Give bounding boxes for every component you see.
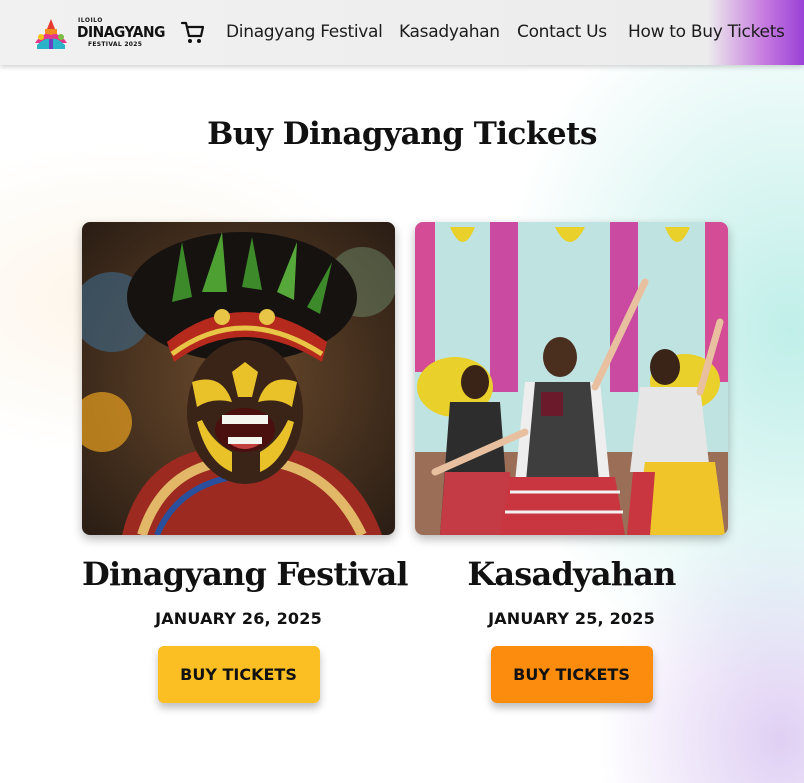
nav-link-dinagyang-festival[interactable]: Dinagyang Festival [226, 22, 383, 42]
nav-link-kasadyahan[interactable]: Kasadyahan [399, 22, 500, 42]
festival-mark-icon [35, 19, 67, 49]
event-card-kasadyahan: Kasadyahan JANUARY 25, 2025 BUY TICKETS [415, 222, 728, 703]
event-card-dinagyang: Dinagyang Festival JANUARY 26, 2025 BUY … [82, 222, 409, 703]
nav-link-how-to-buy-tickets[interactable]: How to Buy Tickets [628, 22, 785, 42]
event-name: Dinagyang Festival [82, 555, 409, 593]
event-date: JANUARY 26, 2025 [155, 609, 322, 628]
shopping-cart-icon[interactable] [180, 20, 206, 46]
nav-link-contact-us[interactable]: Contact Us [517, 22, 607, 42]
event-name: Kasadyahan [467, 555, 676, 593]
logo-wordmark: DINAGYANG [77, 23, 165, 41]
logo-subtitle: FESTIVAL 2025 [88, 41, 143, 48]
festival-performer-photo [82, 222, 395, 535]
dinagyang-logo[interactable]: ILOILO DINAGYANG FESTIVAL 2025 [33, 14, 165, 52]
buy-tickets-button-kasadyahan[interactable]: BUY TICKETS [490, 646, 653, 703]
top-navbar: ILOILO DINAGYANG FESTIVAL 2025 Dinagyang… [0, 0, 804, 65]
page-title: Buy Dinagyang Tickets [207, 116, 597, 152]
kasadyahan-dancers-photo [415, 222, 728, 535]
buy-tickets-button-dinagyang[interactable]: BUY TICKETS [157, 646, 320, 703]
event-date: JANUARY 25, 2025 [488, 609, 655, 628]
